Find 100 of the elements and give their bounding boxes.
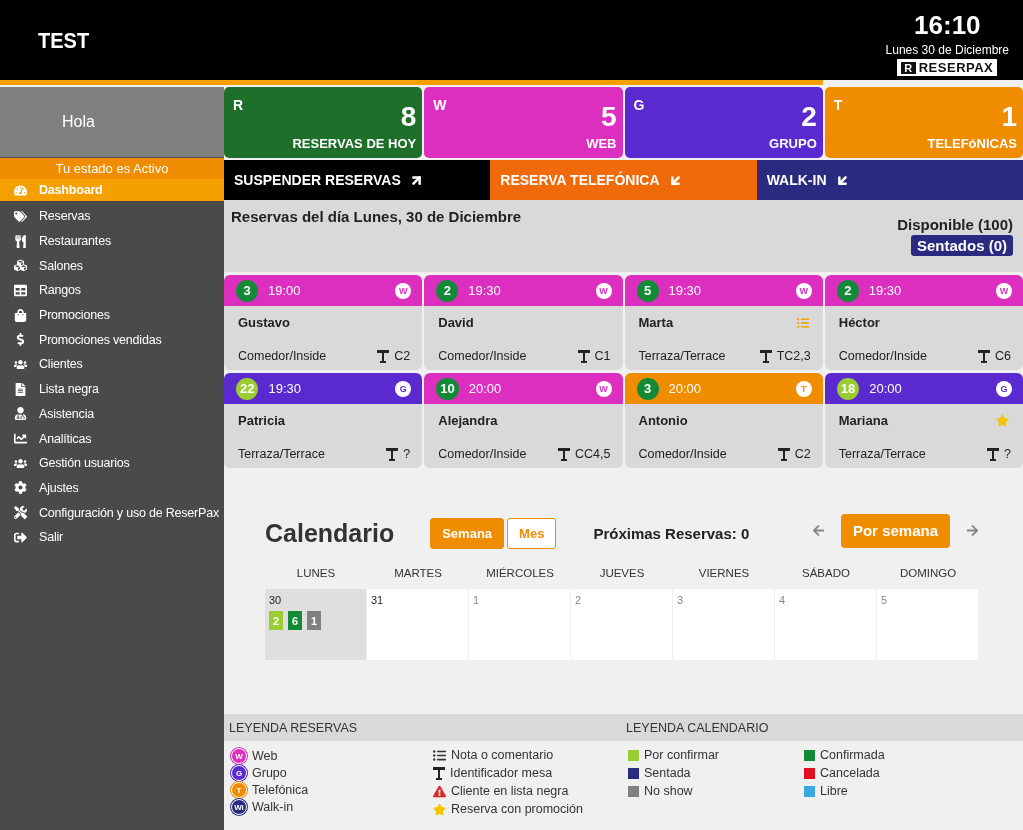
table-icon xyxy=(386,447,399,461)
sidebar-item[interactable]: Rangos xyxy=(0,278,224,303)
reservation-card[interactable]: 22 19:30 G Patricia Terraza/Terrace ? xyxy=(224,373,423,468)
sidebar-item[interactable]: Lista negra xyxy=(0,376,224,402)
channel-badge: W xyxy=(595,282,612,299)
reservation-card[interactable]: 5 19:30 W Marta Terraza/Terrace TC2,3 xyxy=(624,275,823,370)
greeting: Hola xyxy=(0,87,224,157)
weekday-label: SÁBADO xyxy=(801,567,851,581)
sidebar-item[interactable]: Promociones xyxy=(0,302,224,328)
sidebar-item[interactable]: Restaurantes xyxy=(0,228,224,254)
legend-label: Web xyxy=(252,749,278,763)
reservation-card[interactable]: 10 20:00 W Alejandra Comedor/Inside CC4,5 xyxy=(424,373,623,468)
channel-badge: W xyxy=(231,748,247,764)
legend-label: No show xyxy=(644,784,693,798)
reservation-time: 19:30 xyxy=(268,381,301,396)
day-cell[interactable]: 31 xyxy=(367,589,469,660)
guest-name: Alejandra xyxy=(438,413,498,428)
legend-label: Grupo xyxy=(252,766,287,780)
sidebar-item[interactable]: Gestión usuarios xyxy=(0,450,224,476)
guest-count: 2 xyxy=(836,279,859,302)
day-cell[interactable]: 2 xyxy=(571,589,673,660)
guest-count: 3 xyxy=(636,377,659,400)
previous-arrow-icon[interactable] xyxy=(811,524,825,537)
area-name: Comedor/Inside xyxy=(638,447,727,461)
day-cell[interactable]: 3 xyxy=(673,589,775,660)
sidebar-item[interactable]: Salir xyxy=(0,524,224,550)
count-chip: 2 xyxy=(269,611,283,630)
sidebar-item[interactable]: Configuración y uso de ReserPax xyxy=(0,500,224,525)
table-id: ? xyxy=(1004,447,1011,461)
action-button[interactable]: SUSPENDER RESERVAS xyxy=(224,160,491,200)
nav-icon xyxy=(14,382,27,396)
legend-title: LEYENDA CALENDARIO xyxy=(626,720,770,735)
channel-badge: W xyxy=(595,380,612,397)
channel-badge: W xyxy=(996,282,1012,299)
channel-badge: G xyxy=(395,380,412,397)
sidebar-item[interactable]: Ajustes xyxy=(0,475,224,501)
nav-icon xyxy=(14,357,27,371)
table-id: C2 xyxy=(394,349,411,363)
reservation-card[interactable]: 3 20:00 T Antonio Comedor/Inside C2 xyxy=(624,373,823,468)
stat-count: 2 xyxy=(801,102,817,132)
reservation-time: 19:00 xyxy=(268,283,301,298)
legend-label: Sentada xyxy=(644,766,691,780)
weekday-label: DOMINGO xyxy=(898,567,958,581)
guest-name: Marta xyxy=(638,315,674,330)
reservation-card[interactable]: 18 20:00 G Mariana Terraza/Terrace ? xyxy=(824,373,1023,468)
sidebar-item[interactable]: Reservas xyxy=(0,204,224,229)
guest-name: Patricia xyxy=(238,413,285,428)
weekday-label: MIÉRCOLES xyxy=(485,567,555,581)
day-number: 31 xyxy=(371,594,384,606)
channel-badge: T xyxy=(795,380,812,397)
app-title: TEST xyxy=(38,27,90,53)
nav-icon xyxy=(14,407,27,421)
table-icon xyxy=(377,349,390,363)
stat-label: TELEFóNICAS xyxy=(927,136,1017,151)
table-icon xyxy=(987,447,1000,461)
day-title: Reservas del día Lunes, 30 de Diciembre xyxy=(231,208,522,227)
sidebar-item[interactable]: Analíticas xyxy=(0,426,224,451)
reservation-time: 20:00 xyxy=(468,381,502,396)
sidebar-item[interactable]: Asistencia xyxy=(0,401,224,427)
stat-label: WEB xyxy=(586,136,617,151)
star-icon xyxy=(996,414,1009,427)
channel-badge: W xyxy=(395,282,412,299)
day-number: 1 xyxy=(473,594,480,606)
action-button[interactable]: WALK-IN xyxy=(756,160,1023,200)
stat-label: GRUPO xyxy=(769,136,817,151)
sidebar-item[interactable]: Clientes xyxy=(0,352,224,377)
reservation-time: 19:30 xyxy=(668,283,702,298)
guest-count: 22 xyxy=(236,377,259,400)
legend-label: Libre xyxy=(820,784,848,798)
area-name: Comedor/Inside xyxy=(838,349,927,363)
day-cell[interactable]: 1 xyxy=(469,589,571,660)
table-id: TC2,3 xyxy=(776,349,811,363)
day-number: 3 xyxy=(677,594,684,606)
reservation-card[interactable]: 2 19:30 W David Comedor/Inside C1 xyxy=(424,275,623,370)
reservation-card[interactable]: 3 19:00 W Gustavo Comedor/Inside C2 xyxy=(224,275,423,370)
reservation-time: 19:30 xyxy=(468,283,501,298)
nav-icon xyxy=(14,183,27,197)
guest-count: 18 xyxy=(836,377,860,400)
table-id: ? xyxy=(403,447,411,461)
channel-badge: G xyxy=(996,380,1012,397)
guest-count: 3 xyxy=(236,279,258,302)
table-icon xyxy=(777,447,790,461)
sidebar-item[interactable]: Promociones vendidas xyxy=(0,327,224,353)
day-cell[interactable]: 4 xyxy=(775,589,877,660)
sidebar-item[interactable]: Salones xyxy=(0,253,224,279)
weekday-label: JUEVES xyxy=(598,567,646,581)
nav-icon xyxy=(14,506,27,520)
day-cell[interactable]: 5 xyxy=(877,589,979,660)
day-cell[interactable]: 30 2 6 1 xyxy=(265,589,367,660)
nav-icon xyxy=(14,481,27,495)
next-arrow-icon[interactable] xyxy=(966,524,979,537)
table-icon xyxy=(433,766,445,780)
guest-name: Héctor xyxy=(838,315,880,330)
legend-label: Identificador mesa xyxy=(450,766,553,780)
reservation-time: 20:00 xyxy=(869,381,902,396)
reservation-card[interactable]: 2 19:30 W Héctor Comedor/Inside C6 xyxy=(824,275,1023,370)
channel-badge: Wi xyxy=(231,799,247,815)
nav-icon xyxy=(14,432,27,446)
legend-label: Por confirmar xyxy=(644,748,720,762)
status-banner: Tu estado es Activo xyxy=(0,158,224,179)
